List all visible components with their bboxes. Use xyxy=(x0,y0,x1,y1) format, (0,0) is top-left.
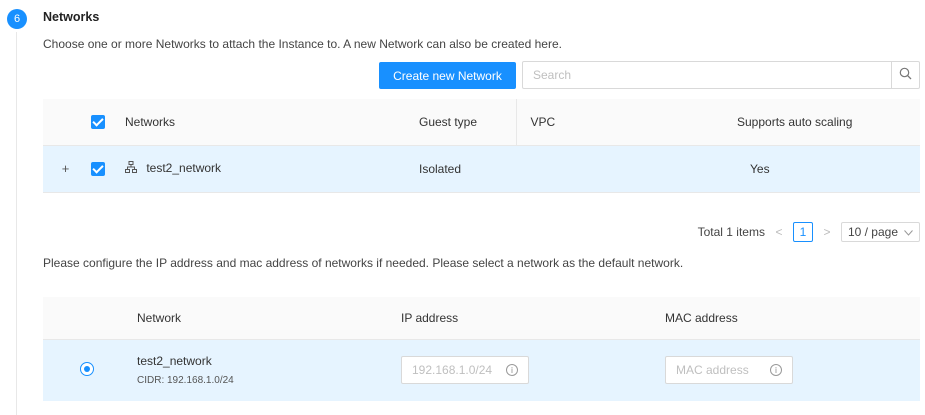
step-number-badge: 6 xyxy=(7,9,27,29)
prev-page-icon[interactable]: < xyxy=(773,225,785,239)
chevron-down-icon xyxy=(904,225,913,239)
mac-address-input[interactable] xyxy=(676,363,770,378)
section-title: Networks xyxy=(43,10,100,24)
default-network-radio[interactable] xyxy=(80,361,94,376)
networks-table: Networks Guest type VPC Supports auto sc… xyxy=(43,99,920,193)
search-button[interactable] xyxy=(891,62,919,88)
page-size-select[interactable]: 10 / page xyxy=(840,222,920,242)
vpc-cell xyxy=(516,145,737,192)
column-header-mac: MAC address xyxy=(665,310,738,325)
network-icon xyxy=(125,161,137,176)
column-header-networks: Networks xyxy=(125,114,176,129)
column-header-vpc: VPC xyxy=(515,99,737,145)
ip-address-field: i xyxy=(401,356,529,385)
expand-row-icon[interactable]: + xyxy=(59,162,72,176)
mac-address-field: i xyxy=(665,356,793,385)
next-page-icon[interactable]: > xyxy=(821,225,833,239)
search-input[interactable] xyxy=(523,62,891,88)
network-config-table: Network IP address MAC address test2_net… xyxy=(43,297,920,401)
config-network-cidr: CIDR: 192.168.1.0/24 xyxy=(137,375,234,387)
auto-scaling-cell: Yes xyxy=(750,161,770,176)
section-description: Choose one or more Networks to attach th… xyxy=(43,37,562,51)
select-all-checkbox[interactable] xyxy=(91,115,105,130)
page-size-value: 10 / page xyxy=(847,225,898,239)
config-network-name: test2_network xyxy=(137,354,212,369)
network-name: test2_network xyxy=(146,160,222,175)
info-icon[interactable]: i xyxy=(506,364,518,377)
step-connector-line xyxy=(16,32,17,415)
page-number[interactable]: 1 xyxy=(792,222,813,242)
row-checkbox[interactable] xyxy=(91,161,105,176)
pagination: Total 1 items < 1 > 10 / page xyxy=(698,222,920,242)
config-description: Please configure the IP address and mac … xyxy=(43,256,684,270)
search-box xyxy=(522,61,920,89)
total-items: Total 1 items xyxy=(697,225,765,239)
networks-table-header: Networks Guest type VPC Supports auto sc… xyxy=(43,99,920,145)
ip-address-input[interactable] xyxy=(412,363,506,378)
column-header-ip: IP address xyxy=(401,310,459,325)
table-row[interactable]: + test2_network Isolated Yes xyxy=(43,145,920,192)
column-header-guest-type: Guest type xyxy=(419,114,478,129)
table-row[interactable]: test2_network CIDR: 192.168.1.0/24 i i xyxy=(43,339,920,401)
config-table-header: Network IP address MAC address xyxy=(43,297,920,339)
column-header-auto-scaling: Supports auto scaling xyxy=(737,114,853,129)
info-icon[interactable]: i xyxy=(770,364,782,377)
column-header-network: Network xyxy=(137,310,182,325)
create-network-button[interactable]: Create new Network xyxy=(379,62,516,89)
search-icon xyxy=(899,67,912,83)
guest-type-cell: Isolated xyxy=(419,161,462,176)
